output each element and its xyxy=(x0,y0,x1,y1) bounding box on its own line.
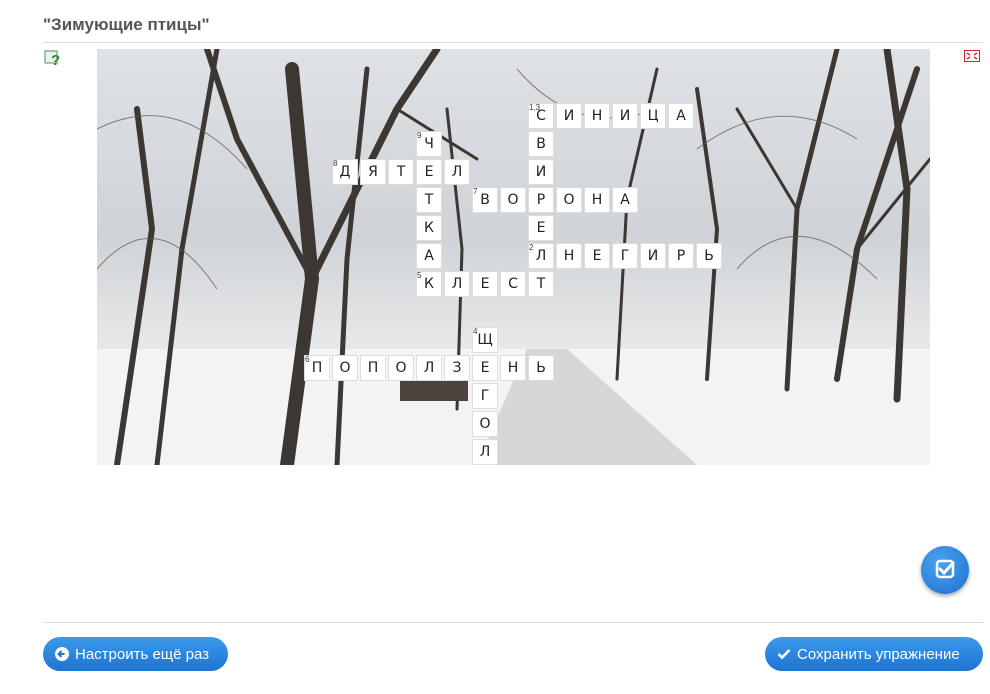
clue-number: 9 xyxy=(417,131,422,140)
top-divider xyxy=(43,42,983,43)
bottom-divider xyxy=(43,622,983,623)
clue-number: 4 xyxy=(473,327,478,336)
crossword-cell[interactable]: Я xyxy=(360,159,386,185)
crossword-cell[interactable]: Л xyxy=(444,271,470,297)
clue-number: 5 xyxy=(417,271,422,280)
crossword-cell[interactable]: И xyxy=(528,159,554,185)
crossword-cell[interactable]: А xyxy=(612,187,638,213)
svg-text:?: ? xyxy=(51,52,60,67)
winter-trees-background xyxy=(97,49,930,465)
crossword-cell[interactable]: К xyxy=(416,215,442,241)
crossword-cell[interactable]: Т xyxy=(416,187,442,213)
crossword-cell[interactable]: П xyxy=(360,355,386,381)
crossword-cell[interactable]: Е xyxy=(584,243,610,269)
crossword-cell[interactable]: Л xyxy=(472,439,498,465)
crossword-cell[interactable]: Е xyxy=(416,159,442,185)
reset-button-label: Настроить ещё раз xyxy=(75,645,210,663)
crossword-cell[interactable]: Л xyxy=(416,355,442,381)
crossword-cell[interactable]: И xyxy=(612,103,638,129)
crossword-cell[interactable]: Т xyxy=(528,271,554,297)
crossword-cell[interactable]: Н xyxy=(556,243,582,269)
crossword-cell[interactable]: Н xyxy=(500,355,526,381)
crossword-cell[interactable]: Ц xyxy=(640,103,666,129)
clue-number: 8 xyxy=(333,159,338,168)
check-square-icon xyxy=(935,559,955,579)
crossword-cell[interactable]: В xyxy=(528,131,554,157)
crossword-cell[interactable]: С xyxy=(500,271,526,297)
save-exercise-button[interactable]: Сохранить упражнение xyxy=(765,637,983,671)
help-question-icon[interactable]: ? xyxy=(44,49,62,67)
crossword-cell[interactable]: Н xyxy=(584,187,610,213)
crossword-cell[interactable]: И xyxy=(556,103,582,129)
crossword-cell[interactable]: Г xyxy=(612,243,638,269)
reset-exercise-button[interactable]: Настроить ещё раз xyxy=(43,637,228,671)
crossword-cell[interactable]: А xyxy=(668,103,694,129)
fullscreen-icon[interactable] xyxy=(964,50,980,62)
crossword-cell[interactable]: А xyxy=(416,243,442,269)
crossword-board: СИНИЦАВИРЕЛЧЕТКАДЯТЛВООНАНЕГИРЬКЛЕСТЩЕГО… xyxy=(97,49,930,465)
crossword-cell[interactable]: О xyxy=(332,355,358,381)
arrow-left-icon xyxy=(55,647,69,661)
crossword-cell[interactable]: Р xyxy=(668,243,694,269)
crossword-cell[interactable]: Е xyxy=(472,271,498,297)
clue-number: 6 xyxy=(305,355,310,364)
crossword-cell[interactable]: Ь xyxy=(696,243,722,269)
crossword-cell[interactable]: Л xyxy=(444,159,470,185)
save-button-label: Сохранить упражнение xyxy=(797,645,960,663)
crossword-cell[interactable]: Р xyxy=(528,187,554,213)
crossword-cell[interactable]: О xyxy=(500,187,526,213)
crossword-cell[interactable]: Г xyxy=(472,383,498,409)
check-answers-button[interactable] xyxy=(921,546,969,594)
clue-number: 7 xyxy=(473,187,478,196)
crossword-cell[interactable]: О xyxy=(472,411,498,437)
clue-number: 1,3 xyxy=(529,103,541,112)
crossword-cell[interactable]: Т xyxy=(388,159,414,185)
crossword-cell[interactable]: Е xyxy=(472,355,498,381)
crossword-cell[interactable]: О xyxy=(556,187,582,213)
crossword-cell[interactable]: О xyxy=(388,355,414,381)
exercise-title: "Зимующие птицы" xyxy=(43,15,210,34)
crossword-cell[interactable]: З xyxy=(444,355,470,381)
crossword-cell[interactable]: И xyxy=(640,243,666,269)
checkmark-icon xyxy=(777,649,791,660)
crossword-cell[interactable]: Н xyxy=(584,103,610,129)
clue-number: 2 xyxy=(529,243,534,252)
crossword-cell[interactable]: Е xyxy=(528,215,554,241)
crossword-cell[interactable]: Ь xyxy=(528,355,554,381)
